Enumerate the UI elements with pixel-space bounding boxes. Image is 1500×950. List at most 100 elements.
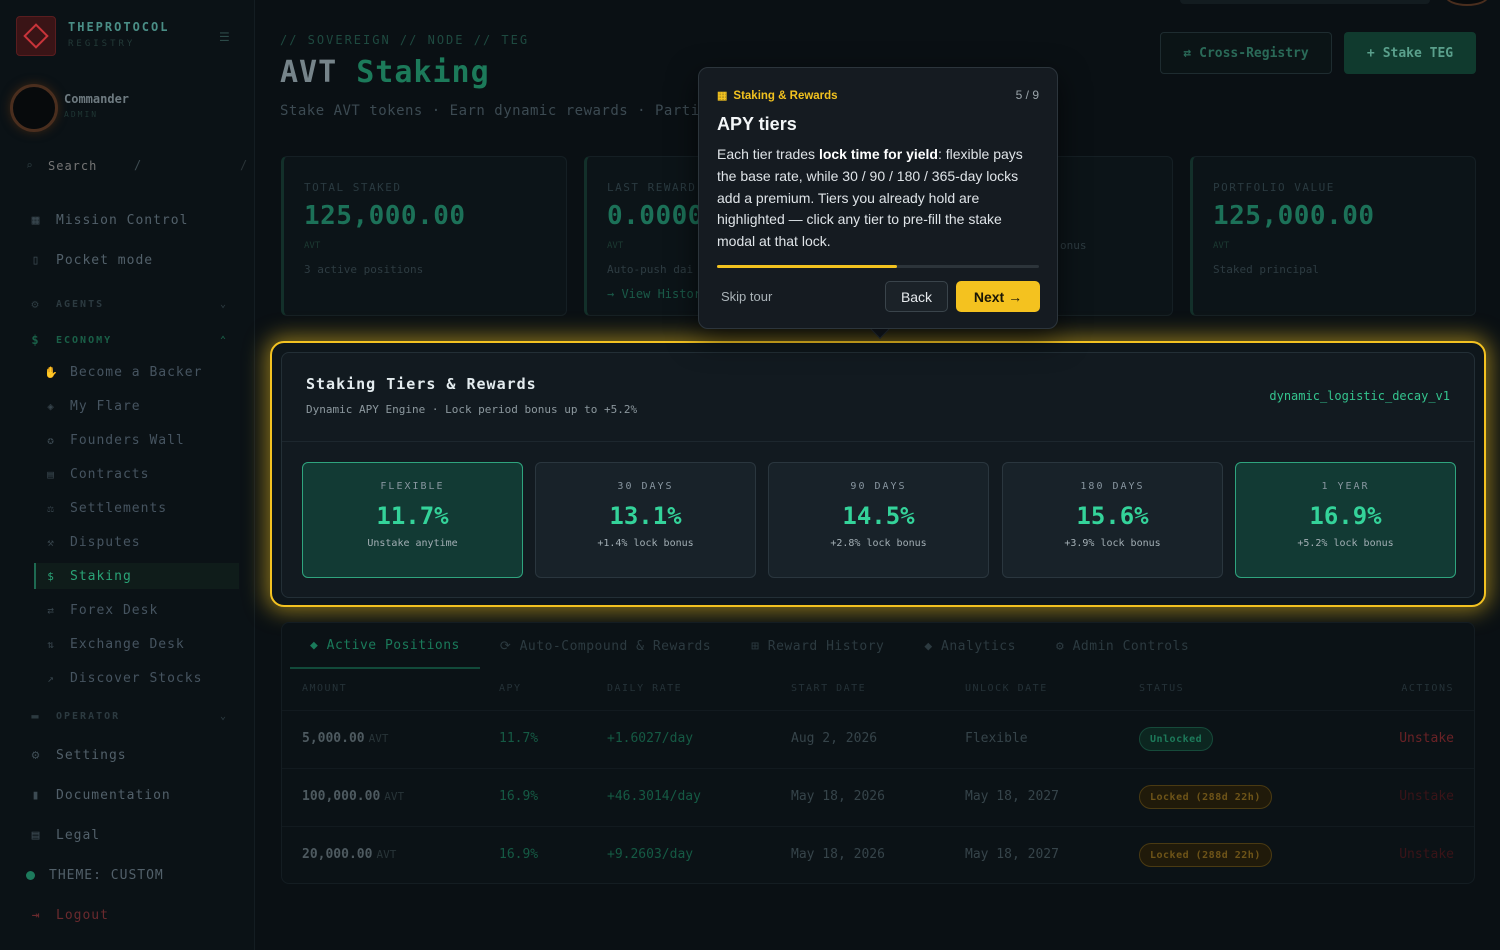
tier-name: 180 DAYS	[1080, 481, 1145, 492]
breadcrumb: // SOVEREIGN // NODE // TEG	[280, 33, 530, 47]
section-operator[interactable]: ▬ OPERATOR ⌄	[28, 709, 228, 723]
stat-value: 125,000.00	[304, 201, 466, 231]
nav-settings[interactable]: ⚙ Settings	[28, 744, 127, 766]
unstake-button[interactable]: Unstake	[1399, 847, 1454, 862]
unstake-button[interactable]: Unstake	[1399, 731, 1454, 746]
nav-label: Documentation	[56, 787, 171, 803]
button-label: Cross-Registry	[1199, 45, 1309, 61]
nav-label: My Flare	[70, 398, 141, 414]
stake-teg-button[interactable]: + Stake TEG	[1344, 32, 1476, 74]
amount-value: 20,000.00	[302, 847, 373, 862]
section-economy[interactable]: $ ECONOMY ⌃	[28, 333, 228, 347]
unstake-button[interactable]: Unstake	[1399, 789, 1454, 804]
scale-icon: ⚖	[47, 501, 55, 515]
th-status: STATUS	[1139, 683, 1185, 694]
tour-step-counter: 5 / 9	[1015, 88, 1039, 102]
nav-discover-stocks[interactable]: ↗ Discover Stocks	[44, 668, 202, 688]
stat-note: Auto-push dai	[607, 263, 694, 276]
skip-tour-button[interactable]: Skip tour	[721, 289, 772, 304]
nav-my-flare[interactable]: ◈ My Flare	[44, 396, 141, 416]
nav-documentation[interactable]: ▮ Documentation	[28, 784, 171, 806]
tier-bonus: +1.4% lock bonus	[597, 538, 694, 549]
stat-label: TOTAL STAKED	[304, 181, 402, 194]
nav-mission-control[interactable]: ▦ Mission Control	[28, 209, 188, 231]
theme-dot-icon	[26, 870, 35, 880]
nav-logout[interactable]: ⇥ Logout	[28, 904, 109, 926]
cell-apy: 11.7%	[499, 731, 539, 746]
nav-forex-desk[interactable]: ⇄ Forex Desk	[44, 600, 158, 620]
nav-contracts[interactable]: ▤ Contracts	[44, 464, 149, 484]
stat-portfolio-value: PORTFOLIO VALUE 125,000.00 AVT Staked pr…	[1190, 156, 1476, 316]
status-badge: Locked (288d 22h)	[1139, 843, 1272, 867]
tab-analytics[interactable]: ◆ Analytics	[904, 623, 1036, 669]
section-label: OPERATOR	[56, 710, 121, 722]
nav-founders-wall[interactable]: ✪ Founders Wall	[44, 430, 185, 450]
tour-body-emphasis: lock time for yield	[818, 146, 938, 162]
theme-toggle[interactable]: THEME: CUSTOM	[26, 864, 164, 886]
nav-label: Settings	[56, 747, 127, 763]
user-role: ADMIN	[64, 110, 99, 119]
nav-staking[interactable]: $ Staking	[34, 563, 239, 589]
top-avatar[interactable]	[1445, 0, 1489, 6]
view-history-link[interactable]: → View Histor	[607, 287, 701, 301]
brand-name: THEPROTOCOL	[68, 20, 170, 34]
medal-icon: ✪	[47, 433, 55, 447]
next-button[interactable]: Next →	[956, 281, 1040, 312]
tab-active-positions[interactable]: ◆ Active Positions	[290, 623, 480, 669]
collapse-sidebar-icon[interactable]: ☰	[219, 30, 230, 44]
tier-bonus: Unstake anytime	[367, 538, 458, 549]
tab-reward-history[interactable]: ⊞ Reward History	[731, 623, 904, 669]
tier-180-days[interactable]: 180 DAYS 15.6% +3.9% lock bonus	[1002, 462, 1223, 578]
title-prefix: AVT	[280, 55, 338, 90]
nav-label: Pocket mode	[56, 252, 154, 268]
back-button[interactable]: Back	[885, 281, 948, 312]
section-agents[interactable]: ⚙ AGENTS ⌄	[28, 297, 228, 311]
diamond-icon	[23, 23, 49, 49]
tour-category: ▦ Staking & Rewards	[717, 89, 838, 103]
brand-logo[interactable]	[16, 16, 56, 56]
book-icon: ▮	[31, 787, 41, 803]
chevron-up-icon: ⌃	[219, 334, 228, 346]
search-shortcut: /	[134, 158, 142, 172]
exchange-icon: ⇄	[47, 603, 55, 617]
cell-start-date: May 18, 2026	[791, 847, 885, 862]
stat-note: Staked principal	[1213, 263, 1319, 276]
tab-auto-compound[interactable]: ⟳ Auto-Compound & Rewards	[480, 623, 731, 669]
tour-category-label: Staking & Rewards	[733, 89, 838, 102]
tab-admin-controls[interactable]: ⚙ Admin Controls	[1036, 623, 1209, 669]
tier-30-days[interactable]: 30 DAYS 13.1% +1.4% lock bonus	[535, 462, 756, 578]
nav-label: Contracts	[70, 466, 150, 482]
search-icon: ⌕	[26, 159, 33, 172]
cell-apy: 16.9%	[499, 847, 539, 862]
stat-total-staked: TOTAL STAKED 125,000.00 AVT 3 active pos…	[281, 156, 567, 316]
robot-icon: ⚙	[31, 297, 41, 311]
cell-amount: 5,000.00 AVT	[302, 731, 389, 746]
button-label: Stake TEG	[1382, 45, 1454, 61]
nav-settlements[interactable]: ⚖ Settlements	[44, 498, 167, 518]
cross-registry-button[interactable]: ⇄ Cross-Registry	[1160, 32, 1332, 74]
nav-become-backer[interactable]: ✋ Become a Backer	[44, 362, 202, 382]
tier-flexible[interactable]: FLEXIBLE 11.7% Unstake anytime	[302, 462, 523, 578]
nav-legal[interactable]: ▤ Legal	[28, 824, 100, 846]
tier-90-days[interactable]: 90 DAYS 14.5% +2.8% lock bonus	[768, 462, 989, 578]
cell-daily-rate: +9.2603/day	[607, 847, 694, 862]
swap-icon: ⇄	[1183, 45, 1192, 61]
page-subtitle: Stake AVT tokens · Earn dynamic rewards …	[280, 103, 718, 119]
section-label: ECONOMY	[56, 334, 113, 346]
nav-exchange-desk[interactable]: ⇅ Exchange Desk	[44, 634, 185, 654]
stat-unit: AVT	[607, 241, 624, 251]
tier-1-year[interactable]: 1 YEAR 16.9% +5.2% lock bonus	[1235, 462, 1456, 578]
nav-pocket-mode[interactable]: ▯ Pocket mode	[28, 249, 153, 271]
th-amount: AMOUNT	[302, 683, 348, 694]
stat-value: 125,000.00	[1213, 201, 1375, 231]
th-daily-rate: DAILY RATE	[607, 683, 683, 694]
stat-value: 0.0000	[607, 201, 704, 231]
table-row: 20,000.00 AVT 16.9% +9.2603/day May 18, 2…	[282, 826, 1474, 884]
nav-disputes[interactable]: ⚒ Disputes	[44, 532, 141, 552]
avatar[interactable]	[10, 84, 58, 132]
grid-icon: ▦	[31, 212, 41, 228]
tier-name: 1 YEAR	[1321, 481, 1370, 492]
swap-icon: ⇅	[47, 637, 55, 651]
chevron-down-icon: ⌄	[219, 298, 228, 310]
stat-note: 3 active positions	[304, 263, 424, 276]
